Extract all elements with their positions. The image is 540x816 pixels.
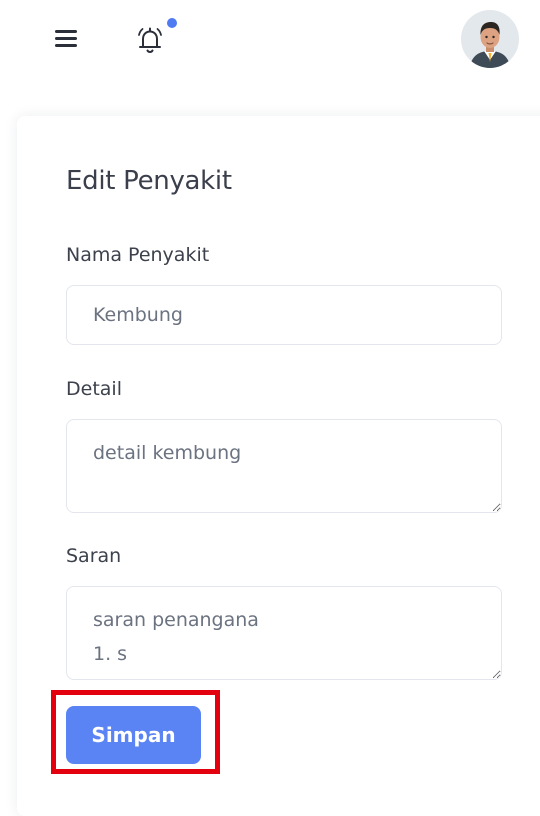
top-bar [0, 0, 540, 80]
hamburger-menu-icon [55, 44, 77, 47]
nama-penyakit-label: Nama Penyakit [66, 244, 210, 266]
detail-textarea[interactable]: detail kembung [66, 419, 502, 513]
saran-textarea[interactable]: saran penangana 1. s 2. [66, 586, 502, 680]
nama-penyakit-input[interactable] [66, 285, 502, 345]
hamburger-menu-icon [55, 37, 77, 40]
user-avatar-icon [461, 10, 519, 68]
detail-label: Detail [66, 378, 122, 400]
hamburger-menu-icon [55, 30, 77, 33]
menu-button[interactable] [52, 24, 82, 52]
notification-badge [167, 18, 177, 28]
user-avatar[interactable] [461, 10, 519, 68]
simpan-button[interactable]: Simpan [66, 706, 201, 764]
notifications-button[interactable] [132, 18, 180, 58]
page-title: Edit Penyakit [66, 166, 232, 196]
bell-icon [138, 27, 162, 53]
saran-label: Saran [66, 545, 122, 567]
